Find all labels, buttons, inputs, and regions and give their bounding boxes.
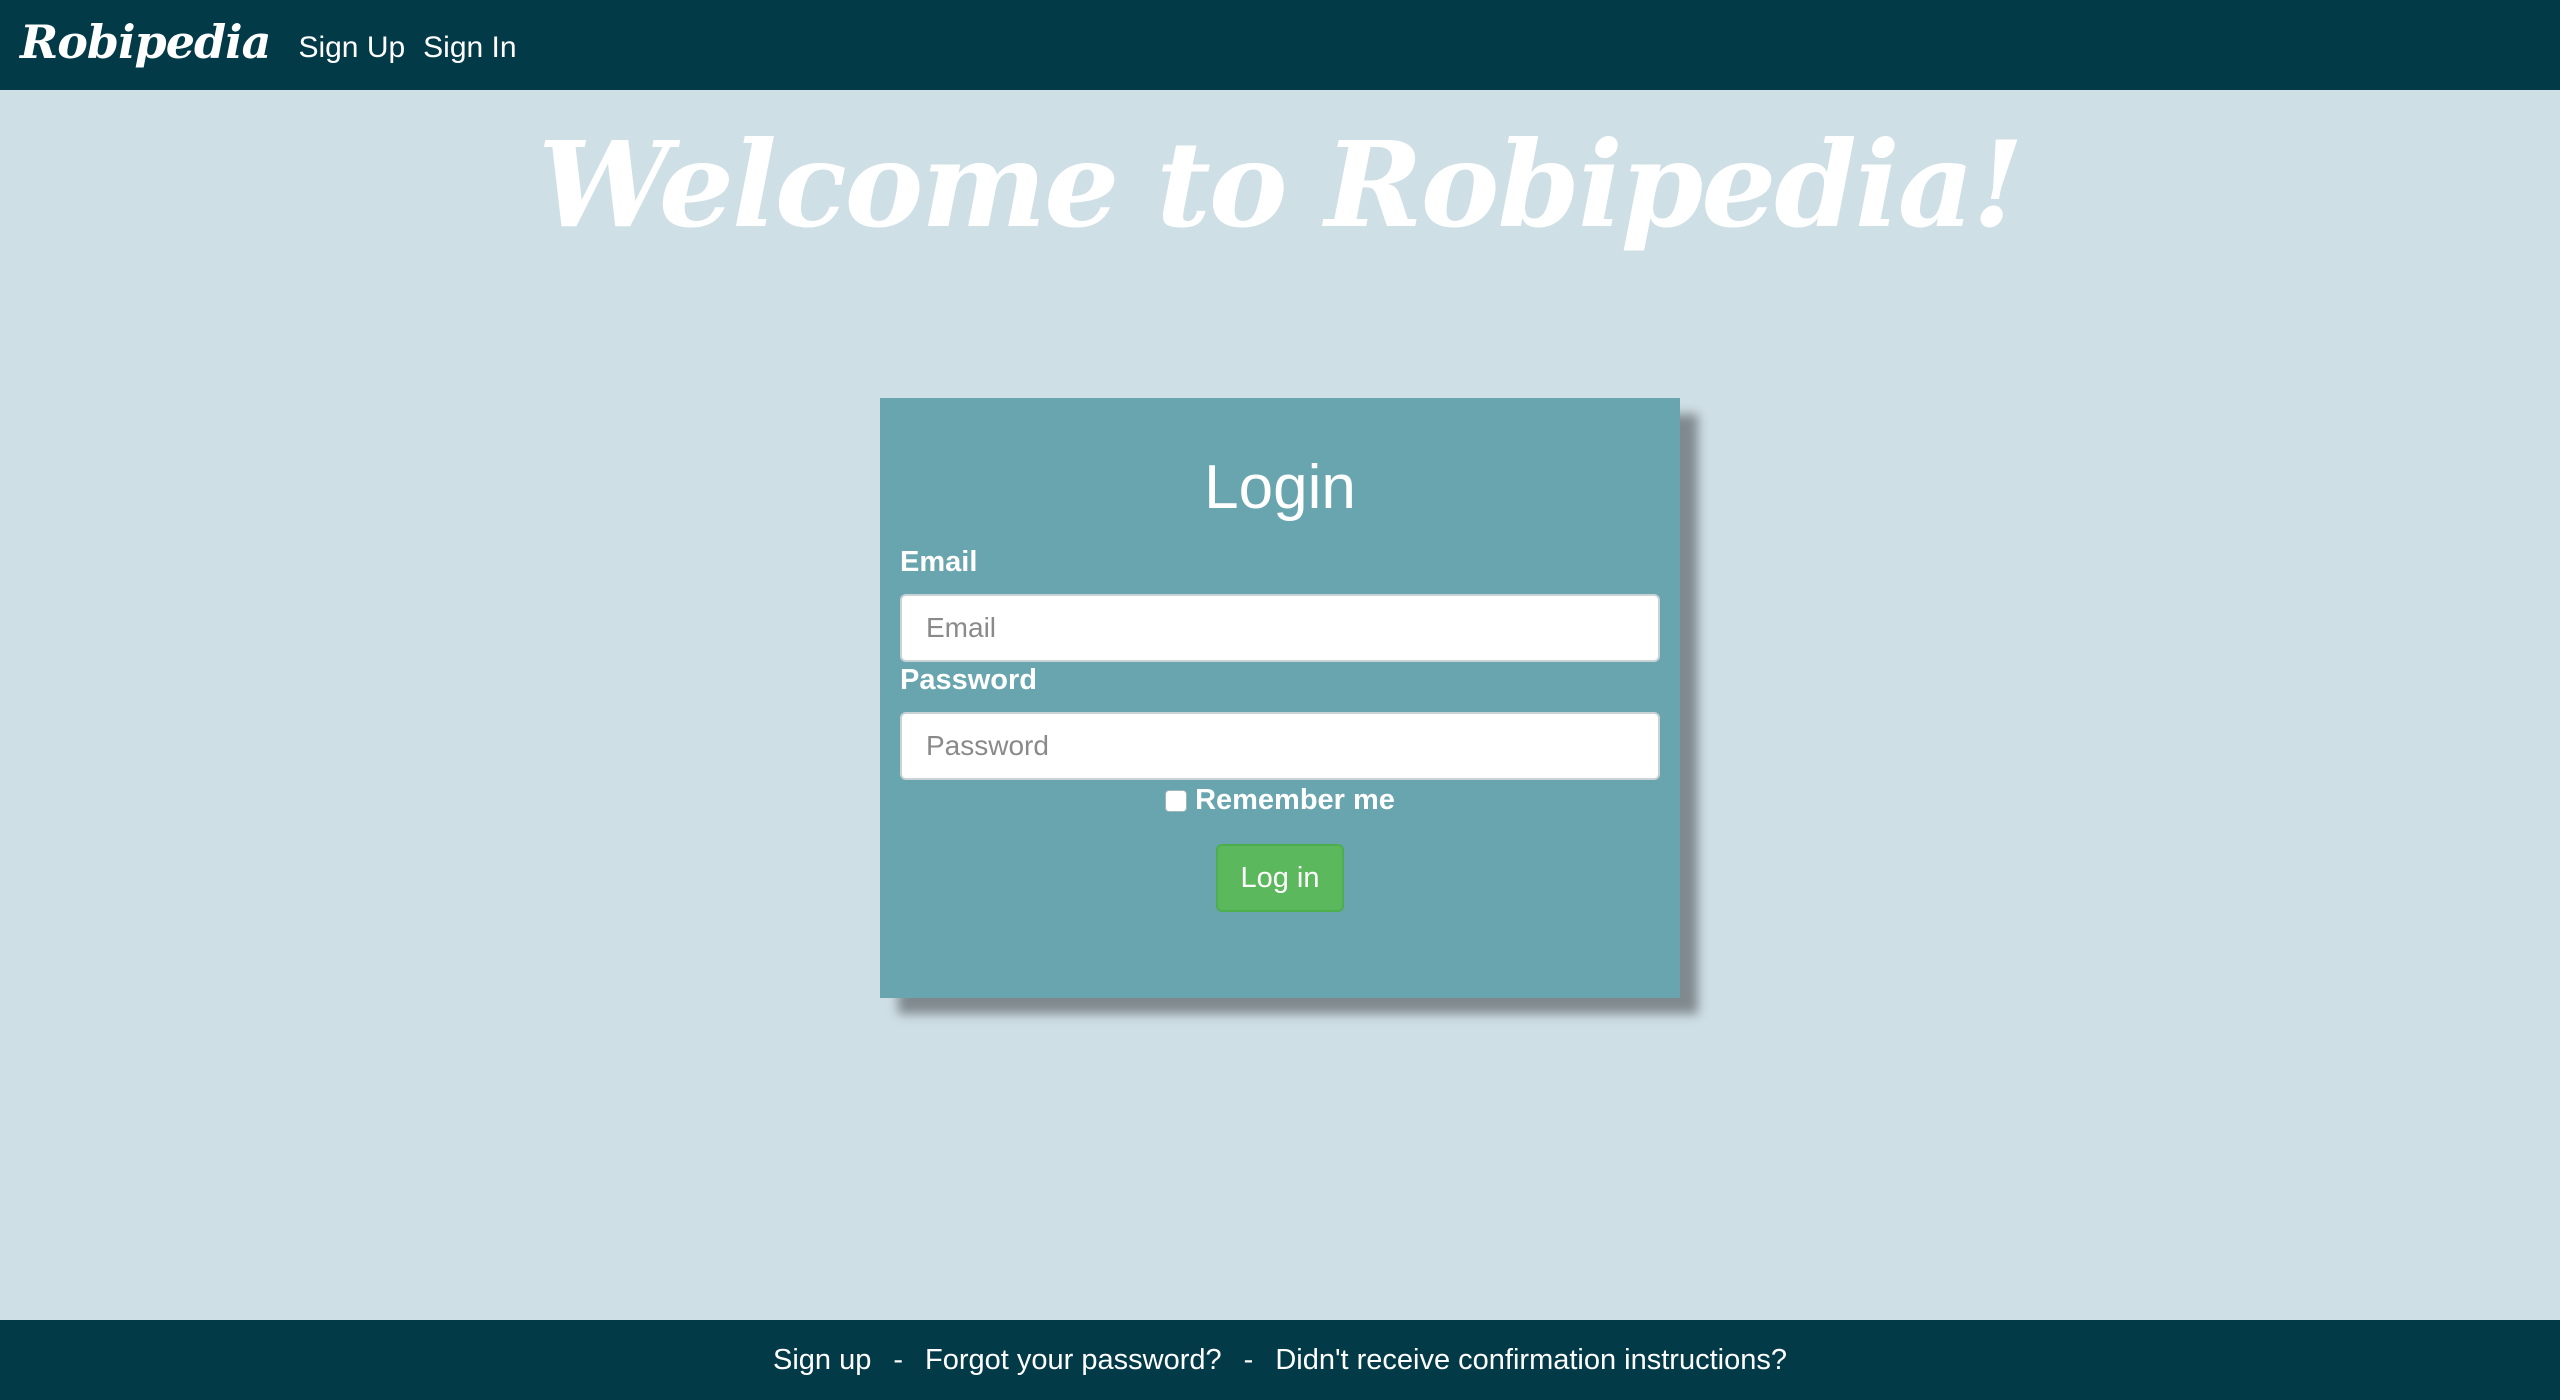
brand-logo-link[interactable]: Robipedia [20, 15, 271, 69]
top-navbar: Robipedia Sign Up Sign In [0, 0, 2560, 90]
welcome-heading: Welcome to Robipedia! [538, 115, 2024, 254]
footer-forgot-password-link[interactable]: Forgot your password? [925, 1344, 1222, 1377]
email-label: Email [900, 546, 978, 578]
login-title: Login [1204, 453, 1356, 522]
password-label: Password [900, 664, 1037, 696]
remember-me-label[interactable]: Remember me [1195, 784, 1395, 817]
footer-confirmation-link[interactable]: Didn't receive confirmation instructions… [1275, 1344, 1787, 1377]
remember-me-checkbox[interactable] [1165, 789, 1188, 812]
email-field[interactable] [900, 594, 1660, 662]
login-card: Login Email Password Remember me Log in [880, 398, 1680, 998]
password-field[interactable] [900, 712, 1660, 780]
remember-me-row: Remember me [880, 784, 1680, 817]
footer-sign-up-link[interactable]: Sign up [773, 1344, 871, 1377]
nav-sign-up-link[interactable]: Sign Up [298, 31, 405, 65]
footer-separator: - [893, 1343, 904, 1376]
footer-separator: - [1243, 1343, 1254, 1376]
nav-sign-in-link[interactable]: Sign In [423, 31, 516, 65]
log-in-button[interactable]: Log in [1216, 844, 1344, 912]
footer: Sign up - Forgot your password? - Didn't… [0, 1320, 2560, 1400]
